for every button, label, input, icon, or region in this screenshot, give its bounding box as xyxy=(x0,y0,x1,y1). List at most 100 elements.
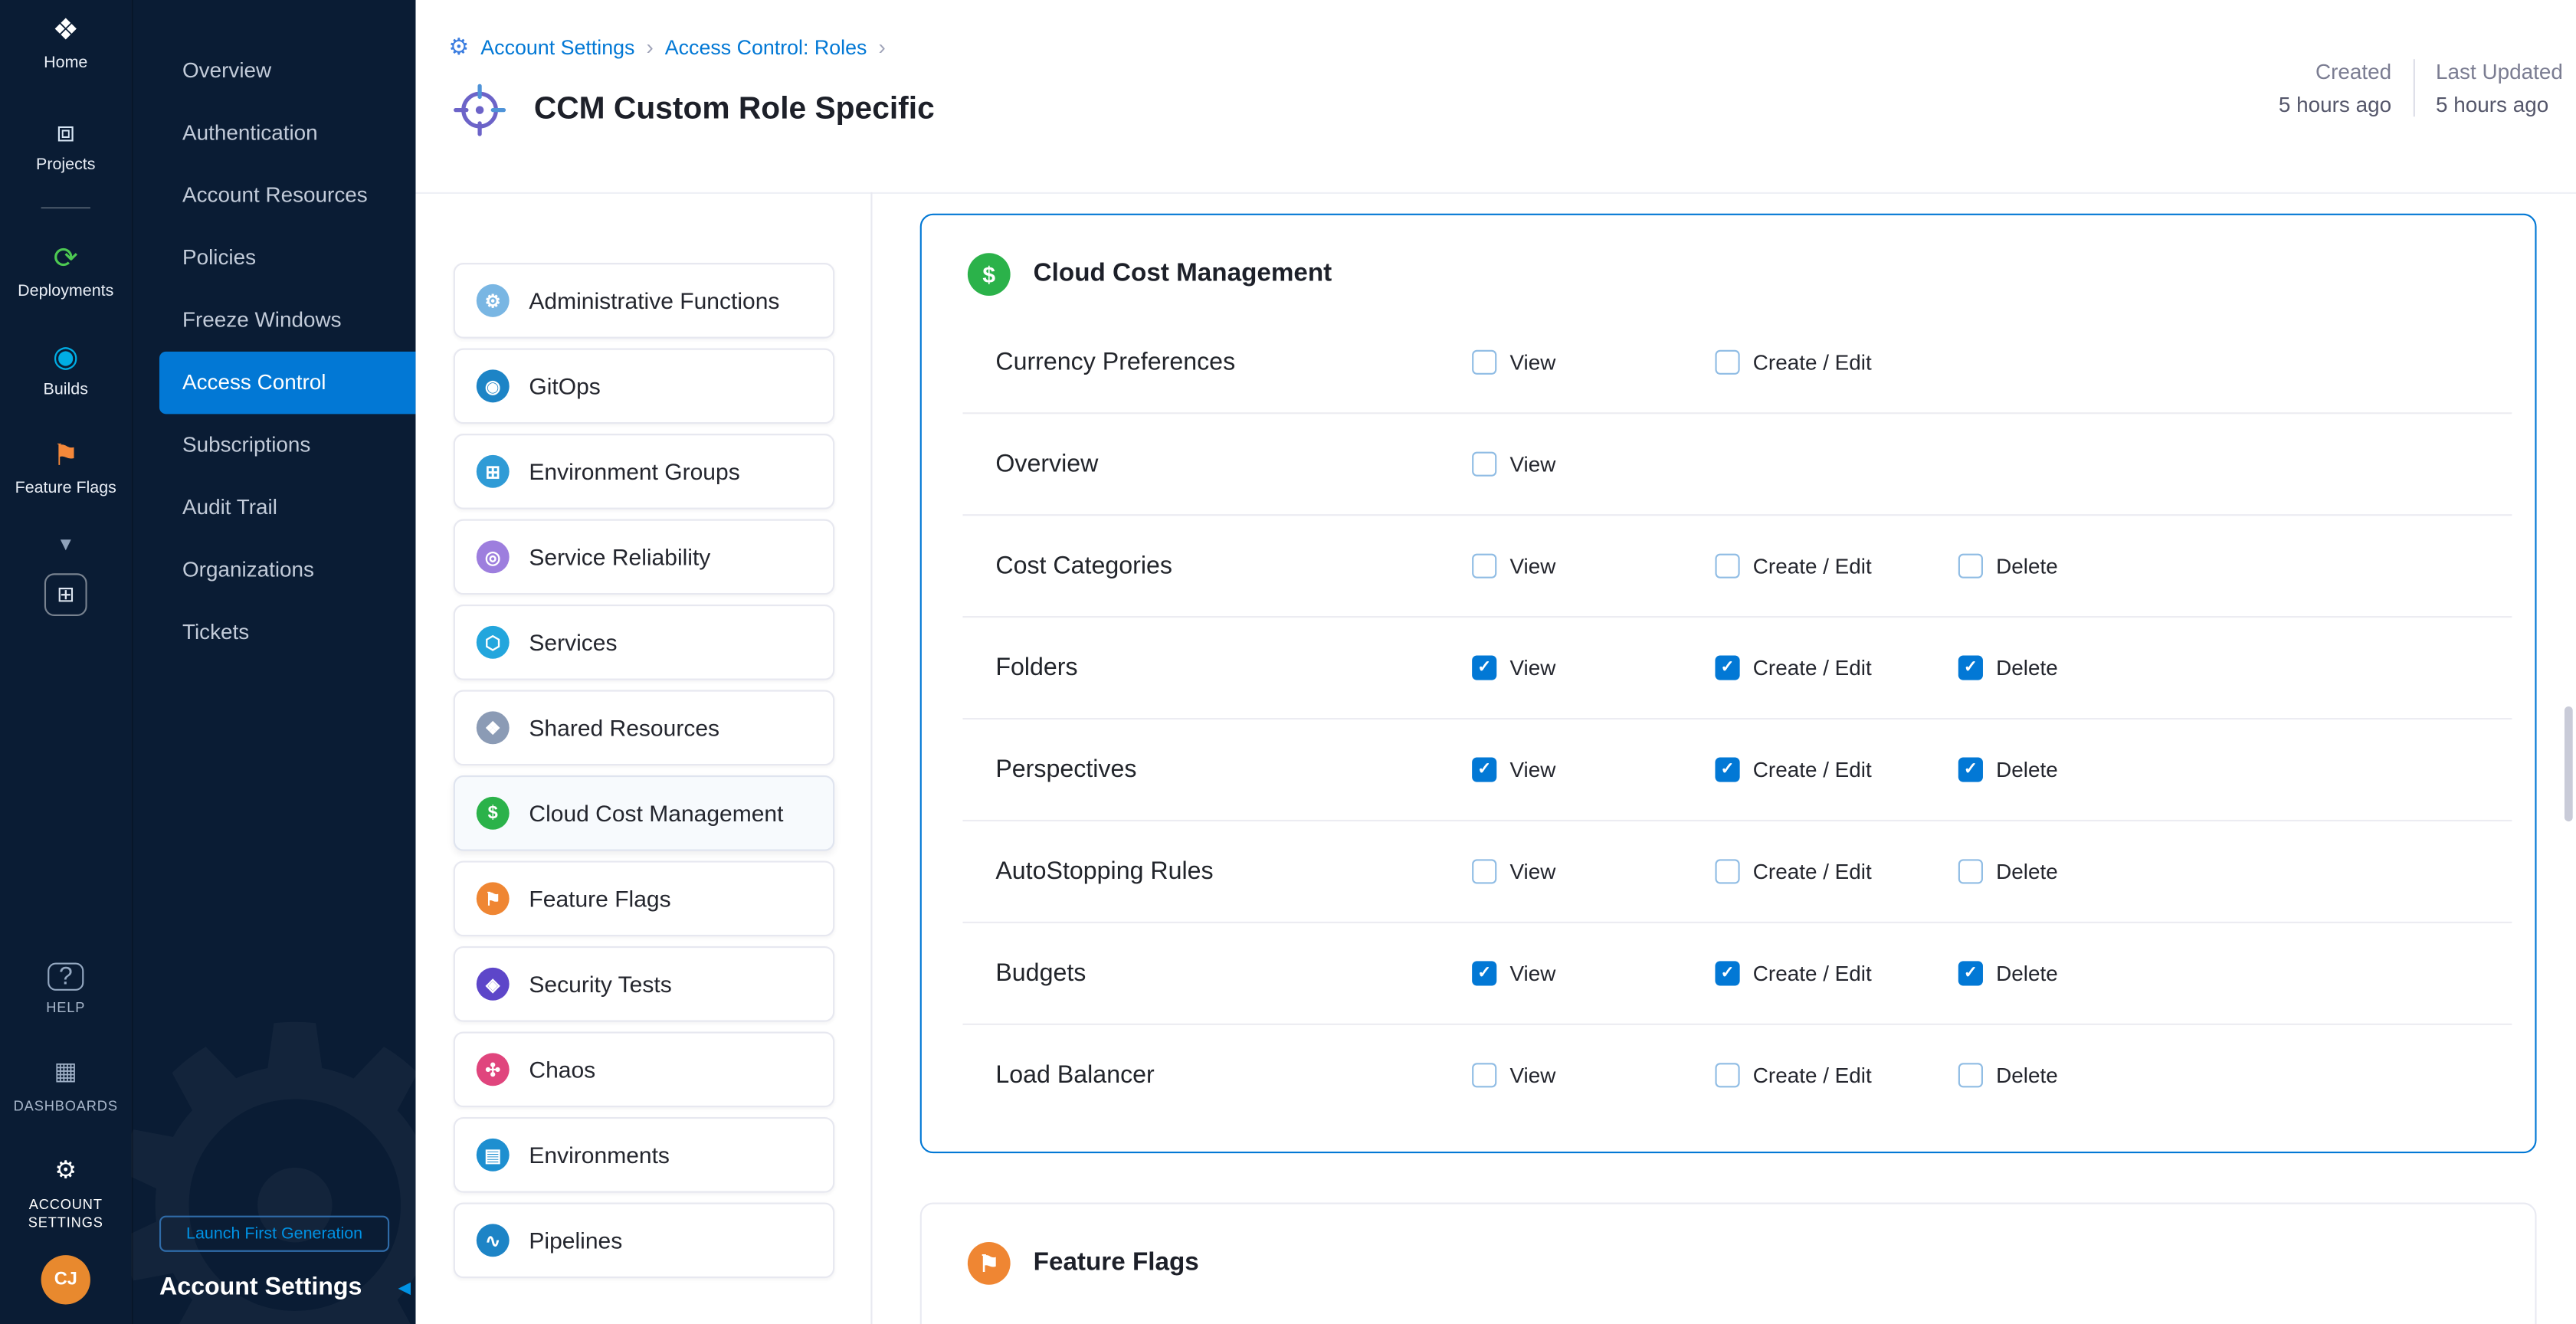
permission-column: Create / Edit xyxy=(1715,350,1958,375)
checkbox-label: Create / Edit xyxy=(1753,656,1872,680)
nav-item-dashboards[interactable]: ▦DASHBOARDS xyxy=(3,1057,128,1116)
module-list: ⚙Administrative Functions ◉GitOps ⊞Environ… xyxy=(415,192,872,1324)
nav-item-help[interactable]: ?HELP xyxy=(3,962,128,1017)
breadcrumb-access-control-roles[interactable]: Access Control: Roles xyxy=(665,35,867,58)
checkbox-perspectives-delete[interactable]: ✓ xyxy=(1958,757,1983,782)
permission-column: Create / Edit xyxy=(1715,859,1958,883)
module-item-label: Pipelines xyxy=(529,1227,622,1254)
permission-column: View xyxy=(1472,452,1715,477)
permission-column: ✓Create / Edit xyxy=(1715,757,1958,782)
module-item-pipelines[interactable]: ∿Pipelines xyxy=(454,1203,834,1279)
sidebar-title: Account Settings xyxy=(159,1273,389,1301)
module-item-label: Shared Resources xyxy=(529,715,719,741)
nav-item-deployments[interactable]: ⟳Deployments xyxy=(3,241,128,300)
checkbox-currency-preferences-create-edit[interactable] xyxy=(1715,350,1739,375)
checkbox-label: View xyxy=(1509,757,1555,782)
checkbox-overview-view[interactable] xyxy=(1472,452,1496,477)
nav-item-home[interactable]: ❖Home xyxy=(3,13,128,72)
checkbox-load-balancer-delete[interactable] xyxy=(1958,1063,1983,1087)
breadcrumb-separator: › xyxy=(646,34,653,59)
checkbox-cost-categories-create-edit[interactable] xyxy=(1715,554,1739,578)
resource-label: AutoStopping Rules xyxy=(995,857,1472,885)
checkbox-folders-create-edit[interactable]: ✓ xyxy=(1715,656,1739,680)
nav-item-label: Builds xyxy=(44,381,88,399)
sidebar-item-audit-trail[interactable]: Audit Trail xyxy=(159,477,415,539)
checkbox-label: View xyxy=(1509,554,1555,578)
dashboards-icon: ▦ xyxy=(54,1057,77,1090)
checkbox-load-balancer-view[interactable] xyxy=(1472,1063,1496,1087)
checkbox-folders-delete[interactable]: ✓ xyxy=(1958,656,1983,680)
meta-divider xyxy=(2413,59,2414,116)
module-item-shared-resources[interactable]: ❖Shared Resources xyxy=(454,690,834,766)
checkbox-label: Delete xyxy=(1996,656,2058,680)
nav-divider xyxy=(41,207,90,208)
permission-column: Delete xyxy=(1958,554,2201,578)
last-updated-value: 5 hours ago xyxy=(2436,92,2563,116)
cloud-cost-management-card: $ Cloud Cost Management Currency Prefere… xyxy=(920,214,2537,1153)
checkbox-label: View xyxy=(1509,961,1555,985)
card-title: Cloud Cost Management xyxy=(1034,260,1332,290)
nav-item-builds[interactable]: ◉Builds xyxy=(3,340,128,399)
nav-item-feature-flags[interactable]: ⚑Feature Flags xyxy=(3,438,128,497)
permission-column: ✓ View xyxy=(1472,961,1715,985)
checkbox-cost-categories-delete[interactable] xyxy=(1958,554,1983,578)
module-item-security-tests[interactable]: ◈Security Tests xyxy=(454,946,834,1022)
created-meta: Created 5 hours ago xyxy=(2279,59,2391,116)
page-title: CCM Custom Role Specific xyxy=(534,92,935,128)
checkbox-perspectives-view[interactable]: ✓ xyxy=(1472,757,1496,782)
sidebar-item-tickets[interactable]: Tickets xyxy=(159,601,415,664)
checkbox-budgets-view[interactable]: ✓ xyxy=(1472,961,1496,985)
projects-icon: ⧈ xyxy=(56,115,75,148)
checkbox-currency-preferences-view[interactable] xyxy=(1472,350,1496,375)
sidebar-menu: OverviewAuthenticationAccount ResourcesP… xyxy=(132,0,416,664)
sidebar-item-organizations[interactable]: Organizations xyxy=(159,539,415,601)
sidebar-item-subscriptions[interactable]: Subscriptions xyxy=(159,414,415,476)
launch-first-generation-button[interactable]: Launch First Generation xyxy=(159,1216,389,1252)
checkbox-budgets-delete[interactable]: ✓ xyxy=(1958,961,1983,985)
checkbox-label: View xyxy=(1509,1063,1555,1087)
module-item-environment-groups[interactable]: ⊞Environment Groups xyxy=(454,434,834,510)
module-item-chaos[interactable]: ✣Chaos xyxy=(454,1032,834,1108)
checkbox-budgets-create-edit[interactable]: ✓ xyxy=(1715,961,1739,985)
checkbox-autostopping-rules-create-edit[interactable] xyxy=(1715,859,1739,883)
scrollbar-thumb[interactable] xyxy=(2565,706,2573,821)
permission-column: View xyxy=(1472,859,1715,883)
module-item-feature-flags[interactable]: ⚑Feature Flags xyxy=(454,861,834,937)
checkbox-autostopping-rules-delete[interactable] xyxy=(1958,859,1983,883)
sidebar-item-account-resources[interactable]: Account Resources xyxy=(159,164,415,226)
chevron-down-icon[interactable]: ▾ xyxy=(61,531,71,557)
sidebar-item-policies[interactable]: Policies xyxy=(159,227,415,289)
checkbox-perspectives-create-edit[interactable]: ✓ xyxy=(1715,757,1739,782)
sidebar-item-freeze-windows[interactable]: Freeze Windows xyxy=(159,289,415,351)
sidebar-collapse-arrow-icon[interactable]: ◀ xyxy=(398,1280,411,1298)
module-grid-icon[interactable]: ⊞ xyxy=(44,573,87,616)
checkbox-label: Create / Edit xyxy=(1753,961,1872,985)
account-settings-icon: ⚙ xyxy=(54,1155,77,1188)
nav-item-projects[interactable]: ⧈Projects xyxy=(3,115,128,174)
checkbox-load-balancer-create-edit[interactable] xyxy=(1715,1063,1739,1087)
nav-item-account-settings[interactable]: ⚙ACCOUNT SETTINGS xyxy=(3,1155,128,1232)
permission-row-budgets: Budgets✓View✓Create / Edit✓Delete xyxy=(962,923,2512,1025)
module-item-gitops[interactable]: ◉GitOps xyxy=(454,349,834,424)
module-item-service-reliability[interactable]: ◎Service Reliability xyxy=(454,519,834,595)
permission-column: ✓ Delete xyxy=(1958,656,2201,680)
user-avatar[interactable]: CJ xyxy=(41,1255,90,1304)
module-item-label: Service Reliability xyxy=(529,544,710,570)
checkbox-autostopping-rules-view[interactable] xyxy=(1472,859,1496,883)
sidebar-item-access-control[interactable]: Access Control xyxy=(159,352,415,414)
module-item-cloud-cost-management[interactable]: $Cloud Cost Management xyxy=(454,775,834,851)
module-item-administrative-functions[interactable]: ⚙Administrative Functions xyxy=(454,263,834,339)
checkbox-cost-categories-view[interactable] xyxy=(1472,554,1496,578)
module-item-services[interactable]: ⬡Services xyxy=(454,605,834,680)
administrative-functions-icon: ⚙ xyxy=(477,284,510,317)
permission-column: ✓Delete xyxy=(1958,961,2201,985)
module-item-label: GitOps xyxy=(529,373,600,399)
sidebar-item-authentication[interactable]: Authentication xyxy=(159,102,415,164)
sidebar-item-overview[interactable]: Overview xyxy=(159,39,415,101)
checkbox-folders-view[interactable]: ✓ xyxy=(1472,656,1496,680)
feature-flags-card: ⚑ Feature Flags xyxy=(920,1203,2537,1324)
module-item-environments[interactable]: ▤Environments xyxy=(454,1117,834,1193)
breadcrumb-account-settings[interactable]: Account Settings xyxy=(480,35,634,58)
breadcrumb-separator: › xyxy=(878,34,885,59)
permission-column: ✓View xyxy=(1472,656,1715,680)
